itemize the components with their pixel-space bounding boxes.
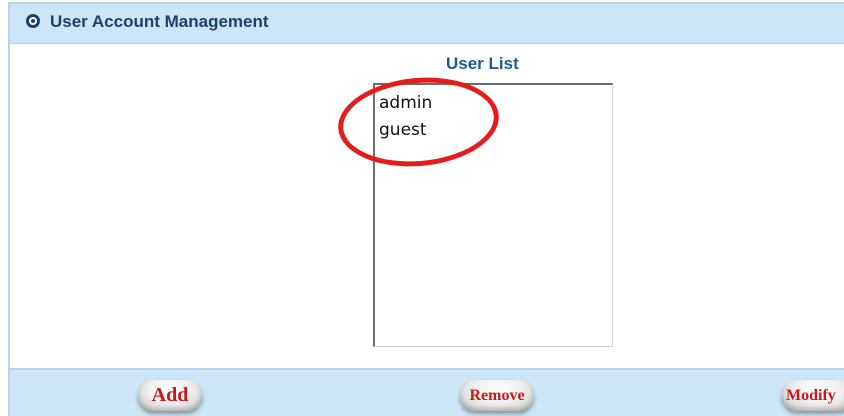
panel-header: User Account Management [10, 4, 844, 44]
user-list-title: User List [446, 54, 519, 73]
add-button[interactable]: Add [138, 380, 202, 411]
user-list-box[interactable]: admin guest [373, 83, 613, 347]
user-list-item-guest[interactable]: guest [379, 117, 612, 144]
circle-target-icon [26, 14, 40, 28]
user-list-item-admin[interactable]: admin [379, 90, 612, 117]
modify-button[interactable]: Modify [782, 380, 844, 411]
button-bar: Add Remove Modify [10, 368, 844, 416]
user-account-management-panel: User Account Management User List admin … [8, 2, 844, 416]
remove-button[interactable]: Remove [460, 380, 534, 411]
page-title: User Account Management [50, 12, 269, 31]
